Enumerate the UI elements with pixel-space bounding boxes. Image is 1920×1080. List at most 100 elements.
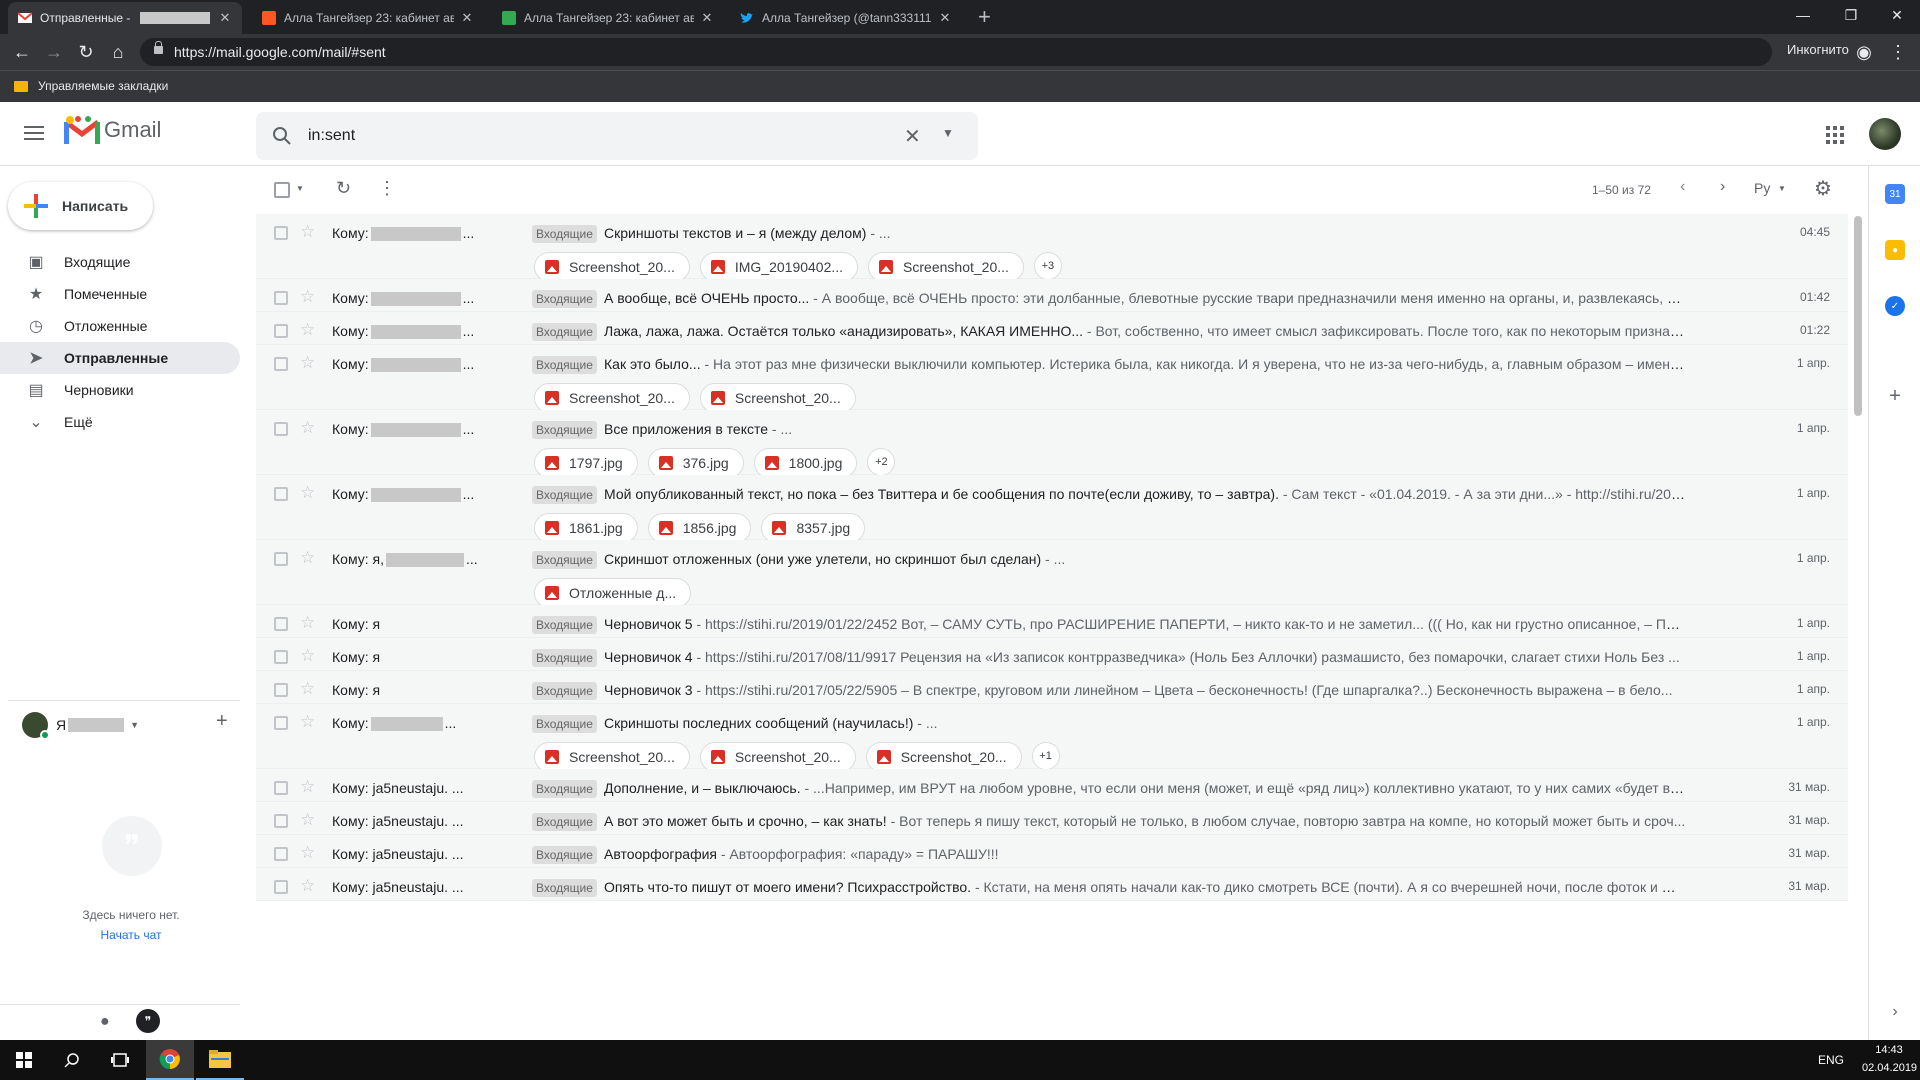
label-badge[interactable]: Входящие: [532, 290, 597, 308]
close-icon[interactable]: ✕: [218, 10, 232, 26]
email-row[interactable]: ☆ Кому:... Входящие Мой опубликованный текс…: [256, 475, 1848, 543]
attachment-chip[interactable]: Screenshot_20...: [868, 252, 1024, 282]
label-badge[interactable]: Входящие: [532, 551, 597, 569]
reload-button[interactable]: ↻: [74, 40, 98, 64]
add-addon-icon[interactable]: +: [1885, 385, 1905, 407]
attachment-chip[interactable]: Screenshot_20...: [865, 742, 1022, 772]
label-badge[interactable]: Входящие: [532, 649, 597, 667]
more-attachments-badge[interactable]: +1: [1031, 742, 1060, 770]
row-checkbox[interactable]: [274, 291, 288, 305]
email-row[interactable]: ☆ Кому: ja5neustaju. ... Входящие Дополнени…: [256, 769, 1848, 802]
email-row[interactable]: ☆ Кому: ja5neustaju. ... Входящие А вот это…: [256, 802, 1848, 835]
row-checkbox[interactable]: [274, 650, 288, 664]
incognito-icon[interactable]: ◉: [1852, 40, 1876, 64]
nav-item-sent[interactable]: ➤ Отправленные: [0, 342, 240, 374]
search-options-icon[interactable]: ▼: [942, 126, 954, 140]
nav-item-snoozed[interactable]: ◷ Отложенные: [0, 310, 240, 342]
email-row[interactable]: ☆ Кому:... Входящие Как это было... - На эт…: [256, 345, 1848, 413]
select-dropdown-icon[interactable]: ▼: [296, 184, 304, 193]
chevron-right-icon[interactable]: ›: [1885, 1002, 1905, 1022]
attachment-chip[interactable]: 1856.jpg: [647, 513, 752, 543]
windows-start-icon[interactable]: [0, 1040, 48, 1080]
email-row[interactable]: ☆ Кому:... Входящие Скриншоты последних соо…: [256, 704, 1848, 772]
label-badge[interactable]: Входящие: [532, 323, 597, 341]
attachment-chip[interactable]: Screenshot_20...: [534, 252, 690, 282]
apps-grid-icon[interactable]: [1826, 126, 1844, 144]
label-badge[interactable]: Входящие: [532, 846, 597, 864]
nav-item-more[interactable]: ⌄ Ещё: [0, 406, 240, 438]
menu-dots-icon[interactable]: ⋮: [1886, 40, 1910, 64]
close-icon[interactable]: ✕: [460, 10, 474, 26]
search-bar[interactable]: in:sent ✕ ▼: [256, 112, 978, 160]
email-row[interactable]: ☆ Кому:... Входящие Лажа, лажа, лажа. Остаё…: [256, 312, 1848, 345]
clock-time[interactable]: 14:43: [1862, 1044, 1916, 1056]
star-icon[interactable]: ☆: [300, 483, 315, 503]
attachment-chip[interactable]: Screenshot_20...: [534, 383, 690, 413]
attachment-chip[interactable]: Отложенные д...: [534, 578, 692, 608]
search-icon[interactable]: [272, 126, 292, 146]
attachment-chip[interactable]: 1800.jpg: [753, 448, 858, 478]
search-icon[interactable]: [48, 1040, 96, 1080]
star-icon[interactable]: ☆: [300, 613, 315, 633]
gmail-logo[interactable]: Gmail: [64, 116, 161, 144]
star-icon[interactable]: ☆: [300, 418, 315, 438]
search-input[interactable]: in:sent: [308, 127, 355, 145]
email-row[interactable]: ☆ Кому: я Входящие Черновичок 3 - https://s…: [256, 671, 1848, 704]
more-attachments-badge[interactable]: +3: [1033, 252, 1062, 280]
star-icon[interactable]: ☆: [300, 777, 315, 797]
start-chat-link[interactable]: Начать чат: [0, 928, 262, 942]
forward-button[interactable]: →: [42, 40, 66, 64]
label-badge[interactable]: Входящие: [532, 780, 597, 798]
email-row[interactable]: ☆ Кому:... Входящие Скриншоты текстов и – я…: [256, 214, 1848, 282]
main-menu-icon[interactable]: [24, 126, 44, 140]
hangouts-user[interactable]: Я ▼: [22, 712, 139, 740]
email-row[interactable]: ☆ Кому:... Входящие Все приложения в тексте…: [256, 410, 1848, 478]
close-icon[interactable]: ✕: [938, 10, 952, 26]
row-checkbox[interactable]: [274, 781, 288, 795]
person-icon[interactable]: ●: [100, 1013, 110, 1031]
email-row[interactable]: ☆ Кому: ja5neustaju. ... Входящие Автоорфог…: [256, 835, 1848, 868]
minimize-button[interactable]: —: [1780, 0, 1826, 30]
calendar-icon[interactable]: 31: [1885, 184, 1905, 204]
attachment-chip[interactable]: 1797.jpg: [534, 448, 638, 478]
star-icon[interactable]: ☆: [300, 679, 315, 699]
row-checkbox[interactable]: [274, 880, 288, 894]
file-explorer-icon[interactable]: [196, 1040, 244, 1080]
row-checkbox[interactable]: [274, 847, 288, 861]
attachment-chip[interactable]: 376.jpg: [647, 448, 744, 478]
row-checkbox[interactable]: [274, 552, 288, 566]
attachment-chip[interactable]: Screenshot_20...: [699, 742, 856, 772]
back-button[interactable]: ←: [10, 40, 34, 64]
email-row[interactable]: ☆ Кому: я Входящие Черновичок 4 - https://s…: [256, 638, 1848, 671]
clear-search-icon[interactable]: ✕: [904, 124, 921, 149]
star-icon[interactable]: ☆: [300, 712, 315, 732]
star-icon[interactable]: ☆: [300, 287, 315, 307]
star-icon[interactable]: ☆: [300, 353, 315, 373]
label-badge[interactable]: Входящие: [532, 616, 597, 634]
nav-item-inbox[interactable]: ▣ Входящие: [0, 246, 240, 278]
row-checkbox[interactable]: [274, 226, 288, 240]
email-row[interactable]: ☆ Кому: я Входящие Черновичок 5 - https://s…: [256, 605, 1848, 638]
row-checkbox[interactable]: [274, 357, 288, 371]
hangouts-icon[interactable]: ❞: [136, 1009, 160, 1033]
browser-tab[interactable]: Алла Тангейзер 23: кабинет ав ✕: [492, 2, 724, 34]
star-icon[interactable]: ☆: [300, 810, 315, 830]
tasks-icon[interactable]: ✓: [1885, 296, 1905, 316]
attachment-chip[interactable]: 1861.jpg: [534, 513, 638, 543]
row-checkbox[interactable]: [274, 324, 288, 338]
more-actions-icon[interactable]: ⋮: [378, 178, 396, 199]
row-checkbox[interactable]: [274, 716, 288, 730]
attachment-chip[interactable]: Screenshot_20...: [534, 742, 690, 772]
next-page-icon[interactable]: ›: [1720, 178, 1725, 196]
star-icon[interactable]: ☆: [300, 548, 315, 568]
label-badge[interactable]: Входящие: [532, 682, 597, 700]
keep-icon[interactable]: ●: [1885, 240, 1905, 260]
nav-item-drafts[interactable]: ▤ Черновики: [0, 374, 240, 406]
refresh-icon[interactable]: ↻: [336, 178, 351, 199]
star-icon[interactable]: ☆: [300, 320, 315, 340]
browser-tab[interactable]: Алла Тангейзер 23: кабинет ав ✕: [252, 2, 484, 34]
email-row[interactable]: ☆ Кому: я,... Входящие Скриншот отложенных …: [256, 540, 1848, 608]
home-button[interactable]: ⌂: [106, 40, 130, 64]
star-icon[interactable]: ☆: [300, 646, 315, 666]
star-icon[interactable]: ☆: [300, 843, 315, 863]
